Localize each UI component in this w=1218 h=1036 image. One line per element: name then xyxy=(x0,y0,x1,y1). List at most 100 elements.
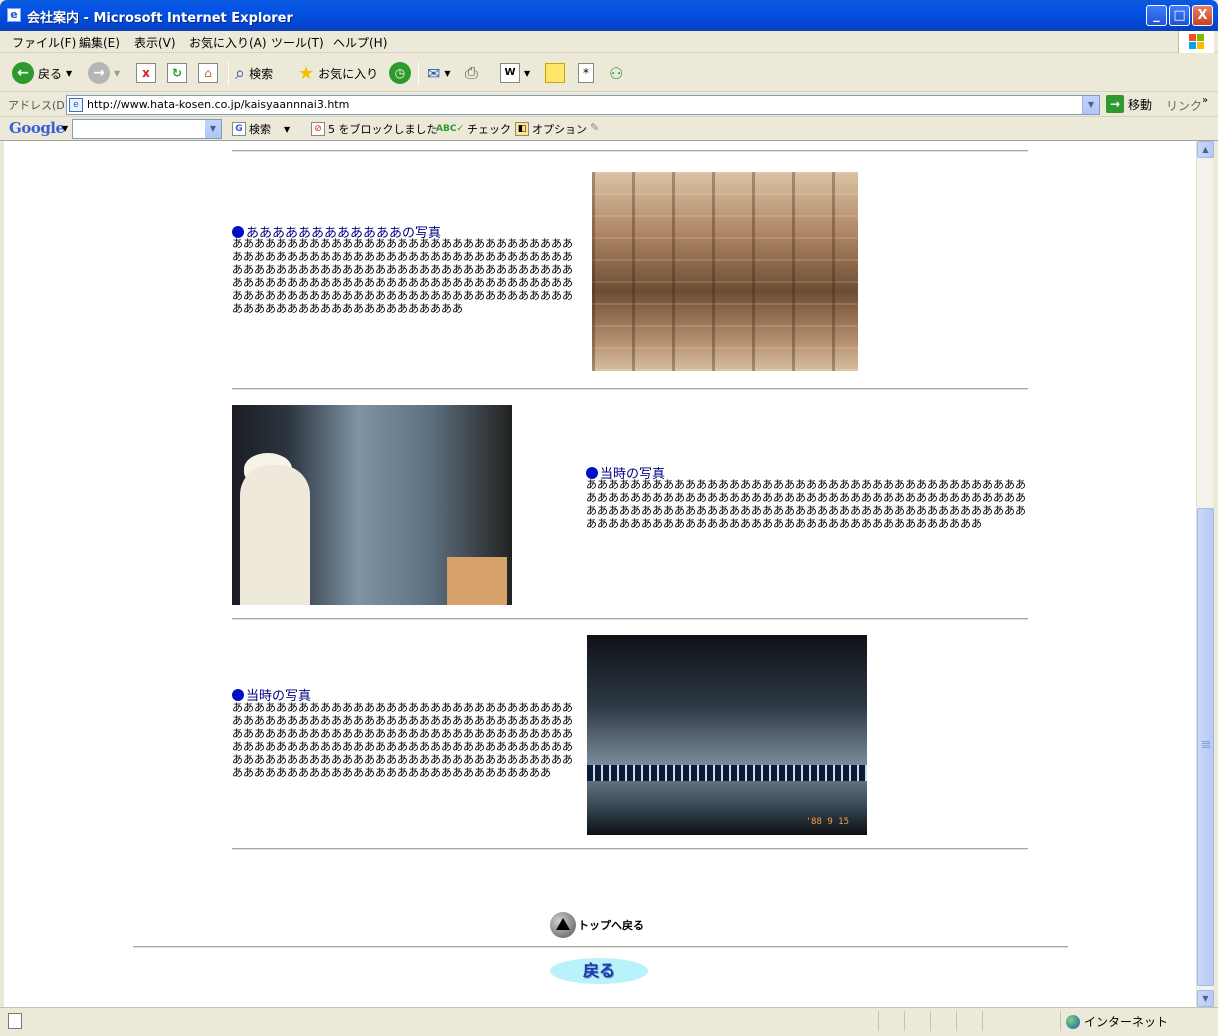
address-bar: アドレス(D) e http://www.hata-kosen.co.jp/ka… xyxy=(0,93,1218,117)
factory-photo-sepia xyxy=(592,172,858,371)
google-search-input[interactable]: ▼ xyxy=(72,119,222,139)
menu-file[interactable]: ファイル(F) xyxy=(12,34,76,51)
highlight-button[interactable]: ✎ xyxy=(590,121,599,134)
home-button[interactable]: ⌂ xyxy=(198,60,218,86)
chevron-right-icon[interactable]: » xyxy=(1202,95,1208,106)
address-url[interactable]: http://www.hata-kosen.co.jp/kaisyaannnai… xyxy=(87,98,349,111)
divider xyxy=(232,618,1028,620)
forward-arrow-icon: → xyxy=(88,62,110,84)
toolbar-separator xyxy=(418,62,419,86)
windows-flag-icon xyxy=(1189,34,1205,50)
mail-button[interactable]: ✉ ▼ xyxy=(427,60,451,86)
back-link-button[interactable]: 戻る xyxy=(550,958,648,984)
security-zone[interactable]: インターネット xyxy=(1066,1013,1168,1030)
divider xyxy=(232,848,1028,850)
menu-tools[interactable]: ツール(T) xyxy=(271,34,324,51)
close-button[interactable]: X xyxy=(1192,5,1213,26)
popup-blocker[interactable]: ⊘ 5 をブロックしました xyxy=(311,121,438,137)
entry-body-1: ああああああああああああああああああああああああああああああああああああああああ… xyxy=(232,237,573,315)
search-label: 検索 xyxy=(249,66,274,81)
google-search-button[interactable]: G 検索 ▼ xyxy=(232,121,290,137)
back-button[interactable]: ← 戻る ▼ xyxy=(12,60,72,86)
print-button[interactable]: ⎙ xyxy=(465,60,478,86)
search-icon: ⌕ xyxy=(235,62,246,84)
photo-date-stamp: '88 9 15 xyxy=(805,817,849,827)
status-bar: インターネット xyxy=(0,1007,1218,1036)
note-icon xyxy=(545,63,565,83)
status-pane xyxy=(1060,1011,1061,1031)
scroll-thumb[interactable] xyxy=(1197,508,1214,986)
address-label: アドレス(D) xyxy=(8,99,70,112)
blocked-label: 5 をブロックしました xyxy=(328,123,438,136)
menu-favorites[interactable]: お気に入り(A) xyxy=(189,34,267,51)
forward-dropdown-icon[interactable]: ▼ xyxy=(114,69,120,78)
research-button[interactable]: * xyxy=(578,60,594,86)
history-button[interactable]: ◷ xyxy=(389,60,411,86)
up-triangle-icon xyxy=(550,912,576,938)
title-bar: e 会社案内 - Microsoft Internet Explorer _ □… xyxy=(0,0,1218,31)
vertical-scrollbar[interactable]: ▲ ▼ xyxy=(1196,141,1214,1007)
menu-bar: ファイル(F) 編集(E) 表示(V) お気に入り(A) ツール(T) ヘルプ(… xyxy=(0,31,1218,53)
links-button[interactable]: リンク xyxy=(1166,97,1202,114)
stop-button[interactable]: x xyxy=(136,60,156,86)
address-dropdown-icon[interactable]: ▼ xyxy=(1082,96,1099,114)
go-label: 移動 xyxy=(1128,97,1153,112)
menu-help[interactable]: ヘルプ(H) xyxy=(333,34,387,51)
back-to-top-link[interactable]: トップへ戻る xyxy=(550,912,644,938)
thumb-grip xyxy=(1202,741,1210,742)
google-logo[interactable]: Google xyxy=(9,119,65,137)
scroll-down-icon[interactable]: ▼ xyxy=(1197,990,1214,1007)
minimize-button[interactable]: _ xyxy=(1146,5,1167,26)
forward-button[interactable]: → ▼ xyxy=(88,60,120,86)
google-toolbar: Google ▼ ▼ G 検索 ▼ ⊘ 5 をブロックしました ABC✓ チェッ… xyxy=(0,117,1218,141)
entry-body-2: ああああああああああああああああああああああああああああああああああああああああ… xyxy=(586,478,1026,530)
google-search-dropdown-icon[interactable]: ▼ xyxy=(205,120,221,138)
status-pane xyxy=(878,1011,879,1031)
status-pane xyxy=(956,1011,957,1031)
home-icon: ⌂ xyxy=(198,63,218,83)
menu-edit[interactable]: 編集(E) xyxy=(79,34,120,51)
address-input[interactable]: e http://www.hata-kosen.co.jp/kaisyaannn… xyxy=(66,95,1100,115)
messenger-button[interactable]: ⚇ xyxy=(609,60,623,86)
favorites-label: お気に入り xyxy=(318,66,379,81)
back-label: 戻る xyxy=(38,66,63,81)
google-search-label: 検索 xyxy=(249,123,271,136)
menu-view[interactable]: 表示(V) xyxy=(134,34,176,51)
divider xyxy=(232,150,1028,152)
back-dropdown-icon[interactable]: ▼ xyxy=(66,69,72,78)
options-label: オプション xyxy=(532,123,587,136)
history-icon: ◷ xyxy=(389,62,411,84)
page-viewport: ああああああああああああの写真 ああああああああああああああああああああああああ… xyxy=(4,141,1196,1007)
popup-block-icon: ⊘ xyxy=(311,122,325,136)
refresh-button[interactable]: ↻ xyxy=(167,60,187,86)
notes-button[interactable] xyxy=(545,60,565,86)
mail-icon: ✉ xyxy=(427,63,441,83)
printer-icon: ⎙ xyxy=(465,63,478,82)
entry-body-3: ああああああああああああああああああああああああああああああああああああああああ… xyxy=(232,701,573,779)
search-button[interactable]: ⌕ 検索 xyxy=(235,60,273,86)
maximize-button[interactable]: □ xyxy=(1169,5,1190,26)
edit-dropdown-icon[interactable]: ▼ xyxy=(524,69,530,78)
research-icon: * xyxy=(578,63,594,83)
windows-logo xyxy=(1178,31,1214,53)
star-icon: ★ xyxy=(298,62,315,84)
scroll-up-icon[interactable]: ▲ xyxy=(1197,141,1214,158)
google-search-dropdown-arrow-icon[interactable]: ▼ xyxy=(284,125,290,134)
word-icon: W xyxy=(500,63,520,83)
status-pane xyxy=(930,1011,931,1031)
divider xyxy=(133,946,1068,948)
google-menu-dropdown-icon[interactable]: ▼ xyxy=(62,124,68,133)
favorites-button[interactable]: ★ お気に入り xyxy=(298,60,378,86)
back-arrow-icon: ← xyxy=(12,62,34,84)
options-button[interactable]: ◧ オプション xyxy=(515,121,587,137)
divider xyxy=(232,388,1028,390)
messenger-icon: ⚇ xyxy=(609,63,624,83)
globe-icon xyxy=(1066,1014,1080,1029)
go-button[interactable]: → 移動 xyxy=(1106,95,1152,113)
crate xyxy=(447,557,507,605)
mail-dropdown-icon[interactable]: ▼ xyxy=(444,69,450,78)
bottling-machine-photo: '88 9 15 xyxy=(587,635,867,835)
check-label: チェック xyxy=(466,123,511,136)
edit-button[interactable]: W ▼ xyxy=(500,60,530,86)
bullet-icon xyxy=(232,689,244,701)
